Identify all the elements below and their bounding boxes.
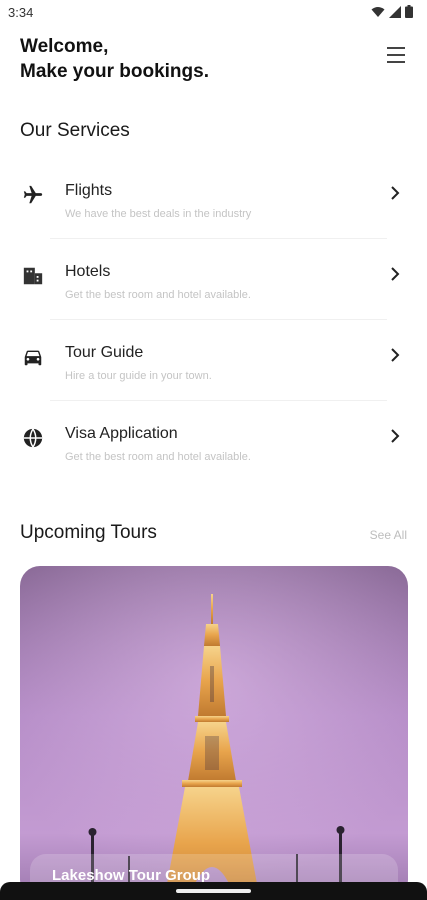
signal-icon <box>389 5 401 18</box>
see-all-link[interactable]: See All <box>370 528 407 542</box>
service-description: We have the best deals in the industry <box>65 208 252 220</box>
chevron-right-icon <box>391 267 400 281</box>
service-item-visa-application[interactable]: Visa Application Get the best room and h… <box>0 419 427 499</box>
chevron-right-icon <box>391 429 400 443</box>
welcome-line-2: Make your bookings. <box>20 61 209 82</box>
service-description: Get the best room and hotel available. <box>65 289 251 301</box>
wifi-icon <box>371 6 385 17</box>
status-bar: 3:34 <box>0 0 427 26</box>
car-icon <box>24 350 42 366</box>
service-item-flights[interactable]: Flights We have the best deals in the in… <box>0 176 427 256</box>
status-time: 3:34 <box>8 5 34 20</box>
service-title: Hotels <box>65 263 111 280</box>
welcome-line-1: Welcome, <box>20 36 109 57</box>
divider <box>50 238 387 239</box>
tour-card[interactable]: Lakeshow Tour Group <box>20 566 408 900</box>
service-description: Hire a tour guide in your town. <box>65 370 212 382</box>
service-description: Get the best room and hotel available. <box>65 451 251 463</box>
eiffel-tower-image <box>20 566 408 900</box>
services-title: Our Services <box>20 120 130 141</box>
hotel-icon <box>23 267 43 285</box>
airplane-icon <box>23 185 43 204</box>
service-title: Flights <box>65 182 113 199</box>
service-title: Visa Application <box>65 425 178 442</box>
status-icons <box>371 5 413 18</box>
upcoming-tours-title: Upcoming Tours <box>20 522 157 543</box>
globe-icon <box>23 428 43 448</box>
home-indicator[interactable] <box>176 889 251 893</box>
battery-icon <box>405 5 413 18</box>
service-item-hotels[interactable]: Hotels Get the best room and hotel avail… <box>0 257 427 337</box>
service-title: Tour Guide <box>65 344 144 361</box>
divider <box>50 400 387 401</box>
menu-icon[interactable] <box>385 46 407 64</box>
service-item-tour-guide[interactable]: Tour Guide Hire a tour guide in your tow… <box>0 338 427 418</box>
divider <box>50 319 387 320</box>
header: Welcome, Make your bookings. <box>20 34 407 84</box>
chevron-right-icon <box>391 348 400 362</box>
chevron-right-icon <box>391 186 400 200</box>
